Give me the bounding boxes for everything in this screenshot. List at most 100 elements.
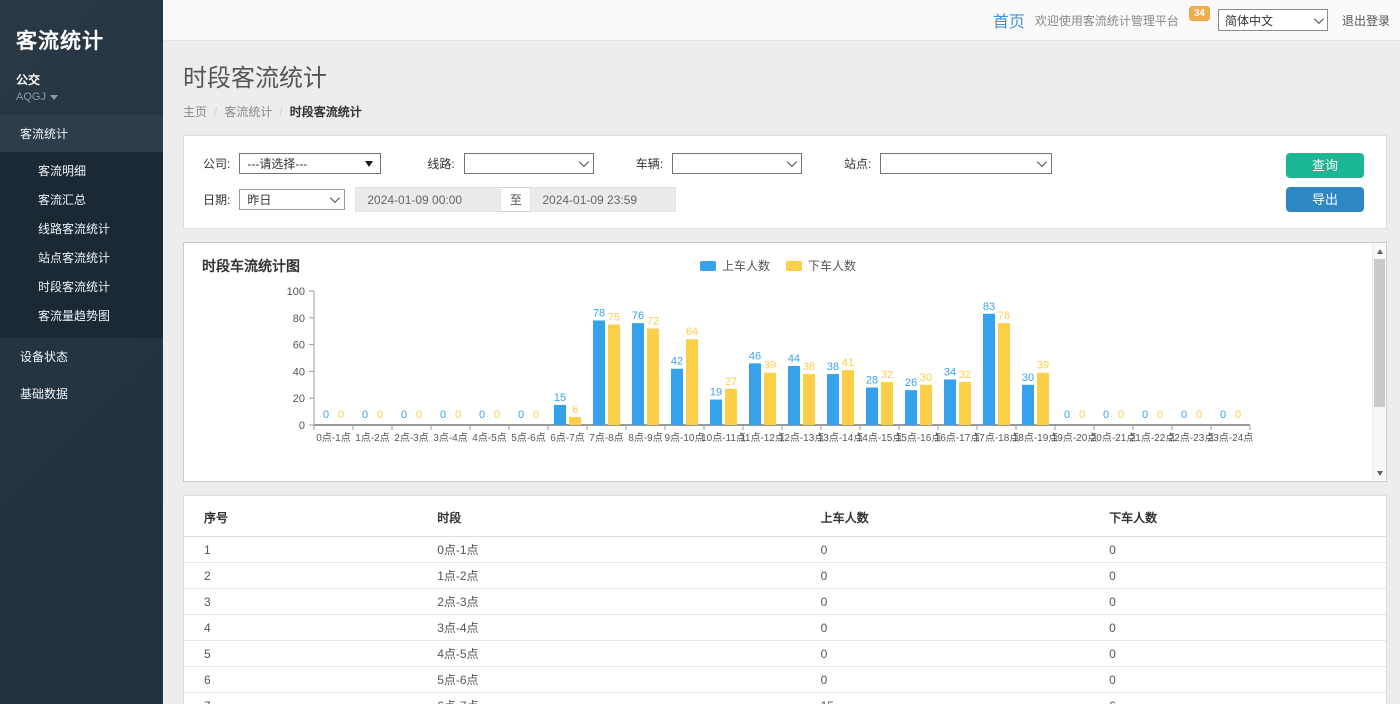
sidebar-item-passenger-detail[interactable]: 客流明细 — [0, 156, 163, 185]
svg-text:0: 0 — [533, 409, 539, 421]
vehicle-select[interactable] — [672, 153, 802, 174]
sidebar-item-base-data[interactable]: 基础数据 — [0, 375, 163, 412]
col-header-period: 时段 — [417, 509, 800, 526]
svg-text:44: 44 — [788, 353, 800, 365]
chevron-down-icon — [330, 193, 340, 203]
svg-text:32: 32 — [959, 369, 971, 381]
table-body: 10点-1点0021点-2点0032点-3点0043点-4点0054点-5点00… — [184, 536, 1386, 704]
svg-text:19: 19 — [710, 387, 722, 399]
table-cell: 4点-5点 — [417, 645, 800, 662]
svg-text:60: 60 — [293, 340, 305, 352]
sidebar-item-device-status[interactable]: 设备状态 — [0, 338, 163, 375]
query-button[interactable]: 查询 — [1286, 153, 1364, 178]
home-link[interactable]: 首页 — [993, 8, 1025, 32]
table-row: 32点-3点00 — [184, 588, 1386, 614]
table-header-row: 序号 时段 上车人数 下车人数 — [184, 498, 1386, 536]
svg-text:2点-3点: 2点-3点 — [394, 432, 428, 444]
date-end-input[interactable]: 2024-01-09 23:59 — [530, 187, 676, 212]
scrollbar-down-arrow[interactable] — [1373, 466, 1386, 480]
sidebar-item-trend-chart[interactable]: 客流量趋势图 — [0, 301, 163, 330]
breadcrumb-current: 时段客流统计 — [290, 105, 362, 119]
bar-下车人数 — [881, 382, 893, 425]
svg-text:0: 0 — [1220, 409, 1226, 421]
date-start-input[interactable]: 2024-01-09 00:00 — [355, 187, 501, 212]
table-cell: 0 — [801, 673, 1089, 687]
bar-下车人数 — [725, 389, 737, 425]
language-select[interactable]: 简体中文 — [1218, 9, 1328, 31]
content: 时段客流统计 主页/客流统计/时段客流统计 公司: ---请选择--- 线路: — [163, 41, 1400, 704]
sidebar-item-period-stats[interactable]: 时段客流统计 — [0, 272, 163, 301]
line-label: 线路: — [427, 155, 454, 172]
table-row: 43点-4点00 — [184, 614, 1386, 640]
svg-text:23点-24点: 23点-24点 — [1208, 432, 1254, 444]
table-cell: 2 — [184, 569, 417, 583]
chevron-down-icon — [1037, 157, 1047, 167]
org-selector[interactable]: AQGJ — [0, 88, 163, 115]
table-cell: 7 — [184, 699, 417, 704]
chevron-down-icon — [787, 157, 797, 167]
scrollbar-thumb[interactable] — [1374, 259, 1385, 407]
svg-text:27: 27 — [725, 376, 737, 388]
date-to-label: 至 — [501, 187, 530, 212]
sidebar-item-passenger-summary[interactable]: 客流汇总 — [0, 185, 163, 214]
svg-text:0: 0 — [1118, 409, 1124, 421]
bar-上车人数 — [944, 379, 956, 425]
svg-text:80: 80 — [293, 313, 305, 325]
svg-text:0: 0 — [1079, 409, 1085, 421]
svg-text:83: 83 — [983, 301, 995, 313]
company-select[interactable]: ---请选择--- — [239, 153, 381, 174]
svg-text:0: 0 — [323, 409, 329, 421]
vehicle-label: 车辆: — [636, 155, 663, 172]
breadcrumb-home[interactable]: 主页 — [183, 105, 207, 119]
table-cell: 1 — [184, 543, 417, 557]
table-row: 65点-6点00 — [184, 666, 1386, 692]
breadcrumb-passenger-stats[interactable]: 客流统计 — [224, 105, 272, 119]
bar-下车人数 — [1037, 373, 1049, 425]
bar-上车人数 — [632, 323, 644, 425]
table-cell: 3 — [184, 595, 417, 609]
table-cell: 0 — [1089, 595, 1386, 609]
col-header-boarding: 上车人数 — [801, 509, 1089, 526]
data-table-panel: 序号 时段 上车人数 下车人数 10点-1点0021点-2点0032点-3点00… — [183, 495, 1387, 704]
svg-text:0: 0 — [1196, 409, 1202, 421]
svg-text:0: 0 — [1103, 409, 1109, 421]
table-cell: 0 — [1089, 621, 1386, 635]
bar-上车人数 — [554, 405, 566, 425]
svg-text:32: 32 — [881, 369, 893, 381]
bar-上车人数 — [1022, 385, 1034, 425]
svg-text:72: 72 — [647, 316, 659, 328]
scrollbar-up-arrow[interactable] — [1373, 244, 1386, 258]
bar-上车人数 — [983, 314, 995, 425]
bar-下车人数 — [920, 385, 932, 425]
col-header-alighting: 下车人数 — [1089, 509, 1386, 526]
chart-scrollbar[interactable] — [1372, 244, 1385, 480]
sidebar-menu: 客流统计 客流明细 客流汇总 线路客流统计 站点客流统计 时段客流统计 客流量趋… — [0, 115, 163, 412]
table-row: 10点-1点00 — [184, 536, 1386, 562]
bar-下车人数 — [608, 325, 620, 426]
bar-下车人数 — [998, 323, 1010, 425]
bar-下车人数 — [803, 374, 815, 425]
page-title: 时段客流统计 — [183, 58, 1387, 93]
svg-text:46: 46 — [749, 350, 761, 362]
svg-text:1点-2点: 1点-2点 — [355, 432, 389, 444]
svg-text:6: 6 — [572, 404, 578, 416]
table-cell: 0 — [801, 543, 1089, 557]
logout-link[interactable]: 退出登录 — [1342, 12, 1390, 29]
welcome-text: 欢迎使用客流统计管理平台 — [1035, 12, 1179, 29]
sidebar-item-passenger-stats[interactable]: 客流统计 — [0, 115, 163, 152]
svg-text:15: 15 — [554, 392, 566, 404]
svg-text:38: 38 — [827, 361, 839, 373]
export-button[interactable]: 导出 — [1286, 187, 1364, 212]
bar-上车人数 — [671, 369, 683, 425]
date-preset-select[interactable]: 昨日 — [239, 189, 345, 210]
table-cell: 0 — [1089, 543, 1386, 557]
svg-text:100: 100 — [287, 286, 305, 298]
sidebar-item-line-stats[interactable]: 线路客流统计 — [0, 214, 163, 243]
table-cell: 5点-6点 — [417, 671, 800, 688]
table-cell: 15 — [801, 699, 1089, 704]
table-cell: 1点-2点 — [417, 567, 800, 584]
line-select[interactable] — [464, 153, 594, 174]
svg-text:76: 76 — [998, 310, 1010, 322]
station-select[interactable] — [880, 153, 1052, 174]
sidebar-item-station-stats[interactable]: 站点客流统计 — [0, 243, 163, 272]
